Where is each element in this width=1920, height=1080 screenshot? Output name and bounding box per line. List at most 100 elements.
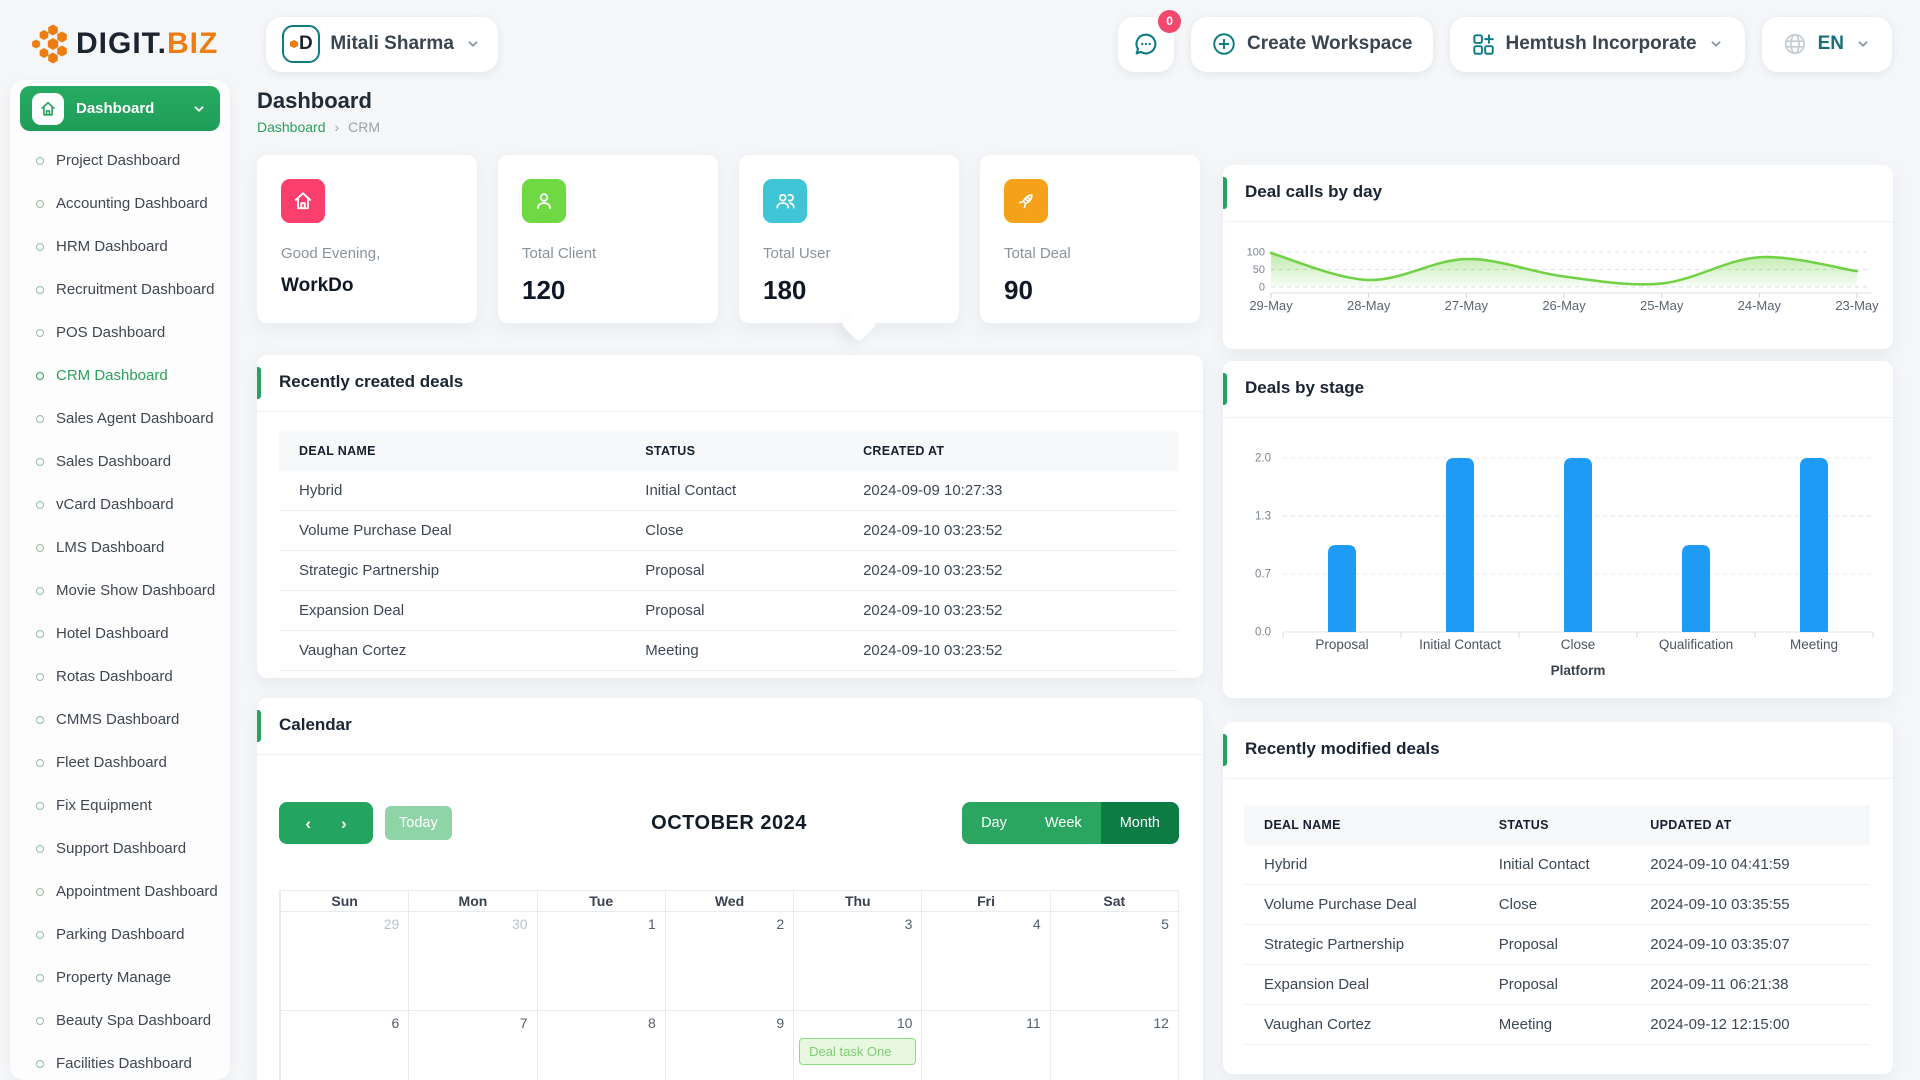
table-row[interactable]: Expansion Deal Proposal 2024-09-10 03:23…: [279, 591, 1179, 631]
calendar-weekday: Tue: [537, 891, 665, 911]
bullet-icon: [36, 243, 44, 251]
card-accent-bar: [1223, 734, 1227, 766]
sidebar-item[interactable]: Movie Show Dashboard: [10, 569, 230, 612]
calendar-weekday: Mon: [408, 891, 536, 911]
sidebar-item[interactable]: Project Dashboard: [10, 139, 230, 182]
stat-card-total-client: Total Client 120: [498, 155, 718, 323]
calendar-day-cell[interactable]: 29: [280, 912, 408, 1010]
table-row[interactable]: Volume Purchase Deal Close 2024-09-10 03…: [279, 511, 1179, 551]
sidebar: Dashboard Project Dashboard Accounting D…: [10, 80, 230, 1080]
calendar-view-month[interactable]: Month: [1101, 802, 1179, 844]
calendar-weekday: Wed: [665, 891, 793, 911]
app-logo[interactable]: DIGIT.BIZ: [28, 23, 218, 65]
stat-card-total-deal: Total Deal 90: [980, 155, 1200, 323]
sidebar-item[interactable]: vCard Dashboard: [10, 483, 230, 526]
calendar-day-cell[interactable]: 7: [408, 1011, 536, 1080]
calendar-today-button[interactable]: Today: [385, 806, 452, 840]
calendar-weekday-row: SunMonTueWedThuFriSat: [280, 891, 1178, 912]
sidebar-item[interactable]: Fix Equipment: [10, 784, 230, 827]
table-row[interactable]: Vaughan Cortez Meeting 2024-09-12 12:15:…: [1244, 1005, 1870, 1045]
top-header: DIGIT.BIZ D Mitali Sharma 0: [0, 0, 1920, 88]
table-row[interactable]: Vaughan Cortez Meeting 2024-09-10 03:23:…: [279, 631, 1179, 671]
calendar-view-week[interactable]: Week: [1026, 802, 1101, 844]
calendar-day-cell[interactable]: 11: [921, 1011, 1049, 1080]
calendar-day-cell[interactable]: 6: [280, 1011, 408, 1080]
calendar-day-cell[interactable]: 1: [537, 912, 665, 1010]
sidebar-item[interactable]: HRM Dashboard: [10, 225, 230, 268]
table-row[interactable]: Hybrid Initial Contact 2024-09-10 04:41:…: [1244, 845, 1870, 885]
language-selector[interactable]: EN: [1762, 17, 1892, 72]
calendar-day-cell[interactable]: 5: [1050, 912, 1178, 1010]
user-name: Mitali Sharma: [330, 33, 454, 55]
calendar-day-cell[interactable]: 2: [665, 912, 793, 1010]
breadcrumb-separator: ›: [335, 119, 340, 135]
bullet-icon: [36, 544, 44, 552]
sidebar-item[interactable]: Facilities Dashboard: [10, 1042, 230, 1080]
sidebar-item[interactable]: Rotas Dashboard: [10, 655, 230, 698]
sidebar-item[interactable]: Parking Dashboard: [10, 913, 230, 956]
header-actions: 0 Create Workspace Hemtush Inc: [1118, 17, 1892, 72]
sidebar-item[interactable]: Beauty Spa Dashboard: [10, 999, 230, 1042]
create-workspace-button[interactable]: Create Workspace: [1191, 17, 1432, 72]
calendar-day-cell[interactable]: 4: [921, 912, 1049, 1010]
sidebar-item[interactable]: Appointment Dashboard: [10, 870, 230, 913]
calendar-day-cell[interactable]: 9: [665, 1011, 793, 1080]
table-row[interactable]: Hybrid Initial Contact 2024-09-09 10:27:…: [279, 471, 1179, 511]
bullet-icon: [36, 372, 44, 380]
calendar-day-cell[interactable]: 12: [1050, 1011, 1178, 1080]
svg-text:28-May: 28-May: [1347, 298, 1391, 313]
messages-button[interactable]: 0: [1118, 17, 1174, 72]
recently-modified-deals-table: Deal Name Status Updated At Hybrid Initi…: [1244, 805, 1870, 1045]
company-selector[interactable]: Hemtush Incorporate: [1450, 17, 1745, 72]
calendar-card: Calendar ‹ › Today OCTOBER 2024 Day Week…: [257, 698, 1203, 1080]
calendar-next-button[interactable]: ›: [341, 815, 347, 832]
sidebar-item[interactable]: Fleet Dashboard: [10, 741, 230, 784]
messages-badge: 0: [1158, 10, 1181, 33]
bullet-icon: [36, 931, 44, 939]
chevron-down-icon: [190, 100, 208, 118]
sidebar-item[interactable]: LMS Dashboard: [10, 526, 230, 569]
sidebar-item[interactable]: Property Manage: [10, 956, 230, 999]
bullet-icon: [36, 630, 44, 638]
deal-calls-by-day-card: Deal calls by day 05010029-May28-May27-M…: [1223, 165, 1893, 349]
calendar-event[interactable]: Deal task One: [799, 1038, 916, 1065]
sidebar-dashboard-toggle[interactable]: Dashboard: [20, 86, 220, 131]
sidebar-item[interactable]: CMMS Dashboard: [10, 698, 230, 741]
sidebar-item[interactable]: Hotel Dashboard: [10, 612, 230, 655]
calendar-prev-button[interactable]: ‹: [305, 815, 311, 832]
calendar-day-cell[interactable]: 10 Deal task One: [793, 1011, 921, 1080]
svg-text:27-May: 27-May: [1445, 298, 1489, 313]
sidebar-item[interactable]: Support Dashboard: [10, 827, 230, 870]
plus-circle-icon: [1211, 31, 1237, 57]
card-accent-bar: [257, 367, 261, 399]
sidebar-header-label: Dashboard: [76, 100, 154, 117]
svg-text:0.7: 0.7: [1255, 569, 1271, 581]
calendar-week-row: 29 30 1 2 3 4: [280, 912, 1178, 1011]
recently-created-deals-card: Recently created deals Deal Name Status …: [257, 355, 1203, 678]
svg-text:Proposal: Proposal: [1315, 637, 1368, 652]
crm-dashboard-page: DIGIT.BIZ D Mitali Sharma 0: [0, 0, 1920, 1080]
calendar-grid: SunMonTueWedThuFriSat 29 30 1 2: [279, 890, 1179, 1080]
bullet-icon: [36, 329, 44, 337]
table-row[interactable]: Expansion Deal Proposal 2024-09-11 06:21…: [1244, 965, 1870, 1005]
bullet-icon: [36, 974, 44, 982]
table-row[interactable]: Volume Purchase Deal Close 2024-09-10 03…: [1244, 885, 1870, 925]
svg-text:1.3: 1.3: [1255, 511, 1271, 523]
workspace-user-selector[interactable]: D Mitali Sharma: [266, 17, 498, 72]
calendar-view-day[interactable]: Day: [962, 802, 1026, 844]
breadcrumb-dashboard-link[interactable]: Dashboard: [257, 119, 326, 135]
sidebar-item[interactable]: Sales Agent Dashboard: [10, 397, 230, 440]
sidebar-item[interactable]: Sales Dashboard: [10, 440, 230, 483]
table-row[interactable]: Strategic Partnership Proposal 2024-09-1…: [1244, 925, 1870, 965]
svg-text:Close: Close: [1561, 637, 1596, 652]
sidebar-item[interactable]: Accounting Dashboard: [10, 182, 230, 225]
avatar: D: [282, 25, 320, 63]
calendar-day-cell[interactable]: 3: [793, 912, 921, 1010]
calendar-day-cell[interactable]: 8: [537, 1011, 665, 1080]
calendar-day-cell[interactable]: 30: [408, 912, 536, 1010]
table-row[interactable]: Strategic Partnership Proposal 2024-09-1…: [279, 551, 1179, 591]
sidebar-item[interactable]: Recruitment Dashboard: [10, 268, 230, 311]
sidebar-item[interactable]: CRM Dashboard: [10, 354, 230, 397]
svg-text:25-May: 25-May: [1640, 298, 1684, 313]
sidebar-item[interactable]: POS Dashboard: [10, 311, 230, 354]
